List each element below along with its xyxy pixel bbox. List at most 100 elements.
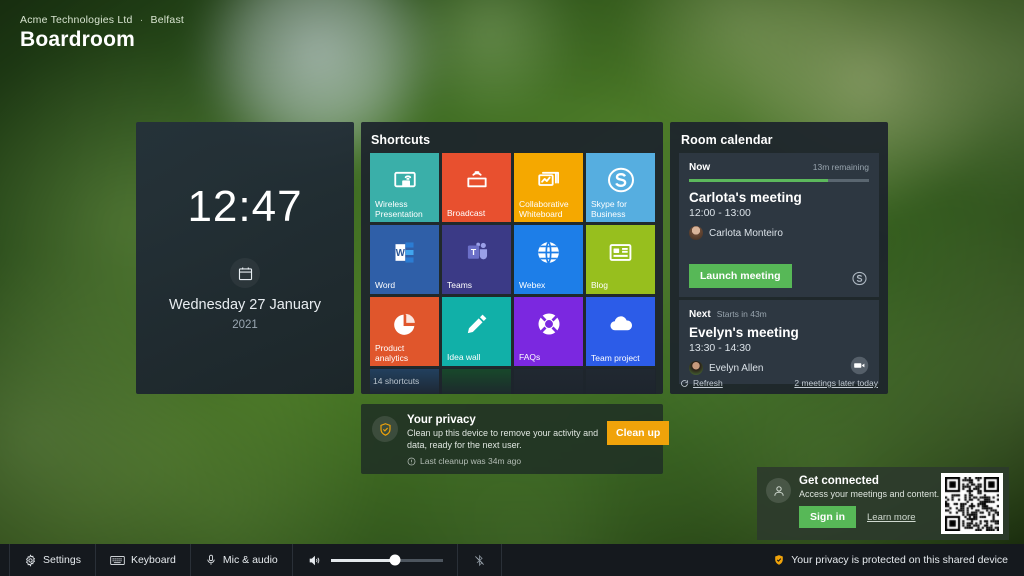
current-meeting-kicker: Now — [689, 162, 710, 173]
shortcut-tile-wireless-presentation[interactable]: Wireless Presentation — [370, 153, 439, 222]
clock-date: Wednesday 27 January — [169, 297, 321, 313]
settings-button[interactable]: Settings — [9, 544, 96, 576]
shortcut-tile-collaborative-whiteboard[interactable]: Collaborative Whiteboard — [514, 153, 583, 222]
get-connected-actions: Sign in Learn more — [799, 506, 939, 528]
next-meeting-title: Evelyn's meeting — [689, 325, 869, 340]
blog-icon — [586, 237, 655, 267]
header-separator: · — [140, 14, 144, 26]
shortcut-tile-partial[interactable] — [370, 369, 439, 394]
bluetooth-disabled-icon[interactable] — [458, 544, 502, 576]
person-icon — [766, 478, 791, 503]
speaker-icon — [307, 554, 322, 567]
globe-icon — [514, 237, 583, 267]
privacy-panel: Your privacy Clean up this device to rem… — [361, 404, 663, 474]
skype-icon — [586, 165, 655, 195]
refresh-icon — [680, 379, 689, 388]
later-meetings-link[interactable]: 2 meetings later today — [794, 378, 878, 388]
skype-icon — [848, 267, 870, 289]
taskbar: Settings Keyboard Mic & audio — [0, 544, 1024, 576]
privacy-status: Your privacy is protected on this shared… — [773, 554, 1024, 566]
shortcut-tile-label: Word — [375, 280, 435, 290]
learn-more-link[interactable]: Learn more — [867, 512, 916, 523]
whiteboard-icon — [514, 165, 583, 195]
shortcut-tile-webex[interactable]: Webex — [514, 225, 583, 294]
qr-code-icon — [941, 473, 1003, 534]
sign-in-button[interactable]: Sign in — [799, 506, 856, 528]
volume-slider[interactable] — [331, 559, 443, 562]
shortcut-tile-partial[interactable] — [442, 369, 511, 394]
refresh-label[interactable]: Refresh — [693, 378, 723, 388]
shortcut-tile-word[interactable]: W Word — [370, 225, 439, 294]
shield-check-icon — [773, 554, 785, 566]
keyboard-icon — [110, 554, 125, 567]
shortcut-tile-faqs[interactable]: FAQs — [514, 297, 583, 366]
avatar — [689, 226, 703, 240]
privacy-last-cleanup: Last cleanup was 34m ago — [407, 456, 607, 466]
word-icon: W — [370, 237, 439, 267]
clock-panel: 12:47 Wednesday 27 January 2021 — [136, 122, 354, 394]
privacy-description: Clean up this device to remove your acti… — [407, 428, 607, 451]
info-icon — [407, 457, 416, 466]
shortcut-tile-label: Wireless Presentation — [375, 199, 435, 219]
next-meeting-header: Next Starts in 43m — [689, 309, 869, 320]
privacy-last-cleanup-label: Last cleanup was 34m ago — [420, 456, 521, 466]
header: Acme Technologies Ltd · Belfast Boardroo… — [20, 14, 184, 52]
clean-up-button[interactable]: Clean up — [607, 421, 669, 445]
broadcast-icon — [442, 165, 511, 195]
keyboard-button[interactable]: Keyboard — [96, 544, 191, 576]
volume-slider-fill — [331, 559, 395, 562]
shortcut-tile-label: Teams — [447, 280, 507, 290]
shortcut-tile-teams[interactable]: T Teams — [442, 225, 511, 294]
lifebuoy-icon — [514, 309, 583, 339]
next-meeting-starts-in: Starts in 43m — [717, 309, 767, 319]
shortcut-tile-partial[interactable] — [514, 369, 583, 394]
room-calendar-panel: Room calendar Now 13m remaining Carlota'… — [670, 122, 888, 394]
mic-audio-label: Mic & audio — [223, 554, 278, 566]
current-meeting-time: 12:00 - 13:00 — [689, 207, 869, 219]
wireless-presentation-icon — [370, 165, 439, 195]
current-meeting-header: Now 13m remaining — [689, 162, 869, 173]
mic-audio-button[interactable]: Mic & audio — [191, 544, 293, 576]
shortcut-tile-broadcast[interactable]: Broadcast — [442, 153, 511, 222]
refresh-button[interactable]: Refresh — [680, 378, 723, 388]
shortcut-tile-product-analytics[interactable]: Product analytics — [370, 297, 439, 366]
meeting-progress-bar — [689, 179, 869, 182]
teams-icon: T — [442, 237, 511, 267]
meeting-progress-fill — [689, 179, 828, 182]
calendar-icon — [230, 258, 260, 288]
shortcuts-tile-grid: Wireless Presentation Broadcast Collaborat… — [370, 153, 656, 394]
current-meeting-card[interactable]: Now 13m remaining Carlota's meeting 12:0… — [679, 153, 879, 297]
launch-meeting-button[interactable]: Launch meeting — [689, 264, 792, 288]
privacy-text-block: Your privacy Clean up this device to rem… — [407, 414, 607, 466]
room-calendar-title: Room calendar — [681, 133, 773, 147]
current-meeting-remaining: 13m remaining — [813, 162, 869, 172]
current-meeting-organiser: Carlota Monteiro — [689, 226, 869, 240]
shortcuts-title: Shortcuts — [371, 133, 430, 147]
shortcut-tile-label: Collaborative Whiteboard — [519, 199, 579, 219]
shortcut-tile-idea-wall[interactable]: Idea wall — [442, 297, 511, 366]
shortcut-tile-skype-for-business[interactable]: Skype for Business — [586, 153, 655, 222]
get-connected-panel: Get connected Access your meetings and c… — [757, 467, 1009, 540]
clock-time: 12:47 — [187, 182, 302, 232]
get-connected-title: Get connected — [799, 475, 939, 487]
get-connected-description: Access your meetings and content. — [799, 489, 939, 499]
privacy-title: Your privacy — [407, 414, 607, 426]
get-connected-body: Get connected Access your meetings and c… — [757, 467, 941, 540]
shortcut-tile-team-project[interactable]: Team project — [586, 297, 655, 366]
volume-slider-handle[interactable] — [389, 555, 400, 566]
page-title: Boardroom — [20, 28, 184, 52]
settings-label: Settings — [43, 554, 81, 566]
shortcut-tile-label: Webex — [519, 280, 579, 290]
svg-text:W: W — [396, 248, 406, 259]
shortcut-tile-partial[interactable] — [586, 369, 655, 394]
shortcut-tile-blog[interactable]: Blog — [586, 225, 655, 294]
pencil-icon — [442, 309, 511, 339]
next-meeting-time: 13:30 - 14:30 — [689, 342, 869, 354]
cloud-icon — [586, 309, 655, 339]
organisation-line: Acme Technologies Ltd · Belfast — [20, 14, 184, 26]
location-name: Belfast — [151, 14, 185, 26]
organisation-name: Acme Technologies Ltd — [20, 14, 133, 26]
gear-icon — [24, 554, 37, 567]
shortcut-tile-label: Idea wall — [447, 352, 507, 362]
volume-control[interactable] — [293, 544, 458, 576]
